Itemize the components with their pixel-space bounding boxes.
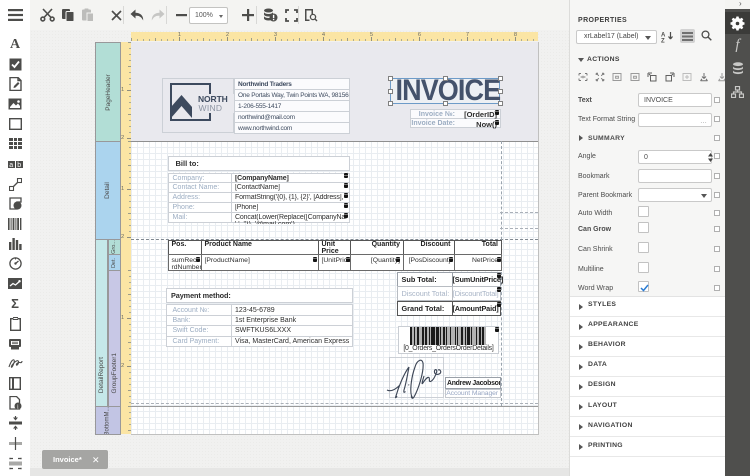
svg-text:a: a — [9, 162, 13, 169]
svg-text:Z: Z — [661, 39, 665, 44]
svg-text:b: b — [17, 162, 21, 169]
